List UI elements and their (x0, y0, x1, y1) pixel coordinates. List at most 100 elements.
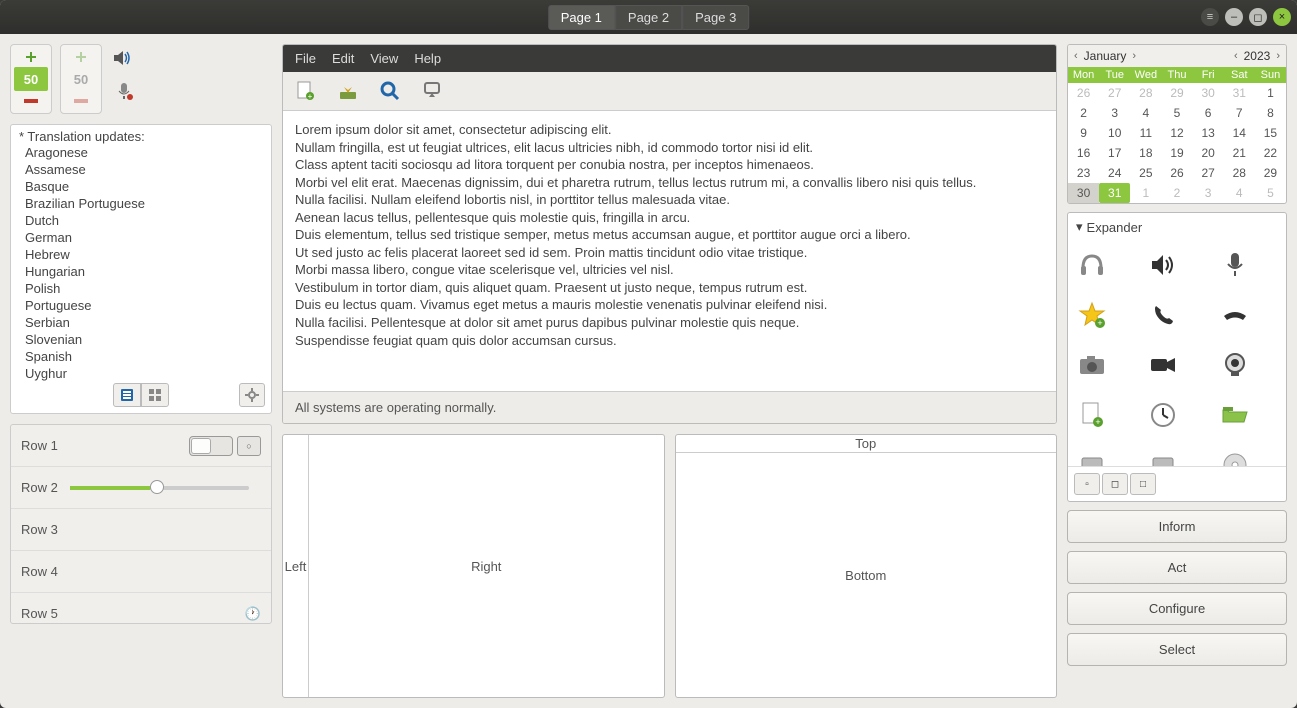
calendar-day[interactable]: 30 (1193, 83, 1224, 103)
search-icon[interactable] (377, 78, 403, 104)
inform-button[interactable]: Inform (1067, 510, 1287, 543)
row-5[interactable]: Row 5 🕐 (11, 593, 271, 623)
view-grid-icon[interactable] (141, 383, 169, 407)
calendar-day[interactable]: 17 (1099, 143, 1130, 163)
optical-disc-icon[interactable] (1219, 449, 1251, 466)
tab-page2[interactable]: Page 2 (615, 5, 682, 30)
text-body[interactable]: Lorem ipsum dolor sit amet, consectetur … (283, 111, 1056, 391)
calendar-day[interactable]: 29 (1161, 83, 1192, 103)
calendar-day[interactable]: 27 (1193, 163, 1224, 183)
new-document-icon[interactable]: + (293, 78, 319, 104)
star-add-icon[interactable]: + (1076, 299, 1108, 331)
calendar-day[interactable]: 13 (1193, 123, 1224, 143)
lang-item[interactable]: Slovenian (25, 331, 263, 348)
volume-icon[interactable] (114, 50, 134, 69)
calendar-day[interactable]: 11 (1130, 123, 1161, 143)
calendar-day[interactable]: 30 (1068, 183, 1099, 203)
insert-icon[interactable] (419, 78, 445, 104)
row-1[interactable]: Row 1 ○ (11, 425, 271, 467)
calendar-day[interactable]: 26 (1161, 163, 1192, 183)
calendar-day[interactable]: 22 (1255, 143, 1286, 163)
act-button[interactable]: Act (1067, 551, 1287, 584)
calendar-day[interactable]: 28 (1130, 83, 1161, 103)
calendar-day[interactable]: 31 (1099, 183, 1130, 203)
lang-item[interactable]: Hungarian (25, 263, 263, 280)
hard-disk-icon[interactable] (1147, 449, 1179, 466)
speaker-icon[interactable] (1147, 249, 1179, 281)
calendar-day[interactable]: 26 (1068, 83, 1099, 103)
calendar-day[interactable]: 31 (1224, 83, 1255, 103)
clock-icon[interactable] (1147, 399, 1179, 431)
hamburger-icon[interactable]: ≡ (1201, 8, 1219, 26)
menu-view[interactable]: View (370, 51, 398, 66)
calendar-day[interactable]: 14 (1224, 123, 1255, 143)
calendar-day[interactable]: 25 (1130, 163, 1161, 183)
chevron-left-icon[interactable]: ‹ (1234, 50, 1238, 62)
calendar-day[interactable]: 2 (1161, 183, 1192, 203)
chevron-right-icon[interactable]: › (1276, 50, 1280, 62)
lang-item[interactable]: Serbian (25, 314, 263, 331)
icon-grid-scroll[interactable]: ++ (1068, 241, 1286, 466)
chevron-left-icon[interactable]: ‹ (1074, 50, 1078, 62)
configure-button[interactable]: Configure (1067, 592, 1287, 625)
lang-item[interactable]: Uyghur (25, 365, 263, 382)
lang-item[interactable]: Dutch (25, 212, 263, 229)
calendar-day[interactable]: 20 (1193, 143, 1224, 163)
headphones-icon[interactable] (1076, 249, 1108, 281)
chevron-right-icon[interactable]: › (1132, 50, 1136, 62)
calendar-day[interactable]: 12 (1161, 123, 1192, 143)
toggle-switch[interactable] (189, 436, 233, 456)
calendar-day[interactable]: 4 (1130, 103, 1161, 123)
calendar-day[interactable]: 10 (1099, 123, 1130, 143)
view-medium-icon[interactable]: ◻ (1102, 473, 1128, 495)
calendar-day[interactable]: 3 (1099, 103, 1130, 123)
calendar-day[interactable]: 15 (1255, 123, 1286, 143)
view-large-icon[interactable]: □ (1130, 473, 1156, 495)
calendar-day[interactable]: 24 (1099, 163, 1130, 183)
download-icon[interactable] (335, 78, 361, 104)
gear-icon[interactable] (239, 383, 265, 407)
calendar-day[interactable]: 16 (1068, 143, 1099, 163)
hard-disk-icon[interactable] (1076, 449, 1108, 466)
calendar-day[interactable]: 28 (1224, 163, 1255, 183)
minus-icon[interactable] (14, 91, 48, 111)
tab-page1[interactable]: Page 1 (548, 5, 615, 30)
mic-record-icon[interactable] (114, 81, 134, 104)
calendar-day[interactable]: 21 (1224, 143, 1255, 163)
webcam-icon[interactable] (1219, 349, 1251, 381)
lang-item[interactable]: Portuguese (25, 297, 263, 314)
calendar-day[interactable]: 7 (1224, 103, 1255, 123)
maximize-button[interactable]: ◻ (1249, 8, 1267, 26)
minimize-button[interactable]: – (1225, 8, 1243, 26)
tab-page3[interactable]: Page 3 (682, 5, 749, 30)
calendar-day[interactable]: 3 (1193, 183, 1224, 203)
radio-indicator[interactable]: ○ (237, 436, 261, 456)
calendar-day[interactable]: 27 (1099, 83, 1130, 103)
calendar-day[interactable]: 29 (1255, 163, 1286, 183)
calendar-day[interactable]: 4 (1224, 183, 1255, 203)
split-left-right[interactable]: Left Right (282, 434, 665, 698)
row-4[interactable]: Row 4 (11, 551, 271, 593)
phone-receiver-icon[interactable] (1147, 299, 1179, 331)
row-2[interactable]: Row 2 (11, 467, 271, 509)
calendar-day[interactable]: 8 (1255, 103, 1286, 123)
lang-item[interactable]: Hebrew (25, 246, 263, 263)
calendar-day[interactable]: 5 (1161, 103, 1192, 123)
plus-icon[interactable] (14, 47, 48, 67)
calendar-day[interactable]: 6 (1193, 103, 1224, 123)
rows-scroll[interactable]: Row 1 ○ Row 2 Row 3 Row 4 Row 5 🕐 (11, 425, 271, 623)
view-details-icon[interactable] (113, 383, 141, 407)
view-small-icon[interactable]: ▫ (1074, 473, 1100, 495)
camera-icon[interactable] (1076, 349, 1108, 381)
calendar-day[interactable]: 1 (1130, 183, 1161, 203)
calendar-day[interactable]: 23 (1068, 163, 1099, 183)
calendar-grid[interactable]: 2627282930311234567891011121314151617181… (1068, 83, 1286, 203)
phone-hangup-icon[interactable] (1219, 299, 1251, 331)
calendar-day[interactable]: 18 (1130, 143, 1161, 163)
close-button[interactable]: × (1273, 8, 1291, 26)
menu-edit[interactable]: Edit (332, 51, 354, 66)
folder-open-icon[interactable] (1219, 399, 1251, 431)
lang-item[interactable]: Aragonese (25, 144, 263, 161)
calendar-day[interactable]: 19 (1161, 143, 1192, 163)
microphone-icon[interactable] (1219, 249, 1251, 281)
